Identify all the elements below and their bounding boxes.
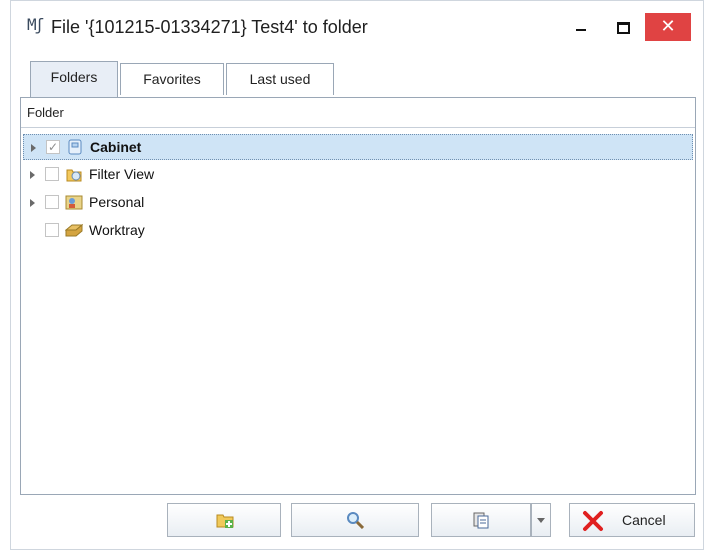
maximize-button[interactable]: [605, 13, 641, 41]
paste-button[interactable]: [431, 503, 531, 537]
folder-column-header[interactable]: Folder: [21, 98, 695, 128]
tab-folders[interactable]: Folders: [30, 61, 118, 97]
cabinet-icon: [66, 138, 84, 156]
tab-last-used[interactable]: Last used: [226, 63, 334, 95]
cancel-label: Cancel: [622, 512, 666, 528]
folder-tree-panel: Folder ✓ Cabinet Filter View Personal Wo…: [20, 97, 696, 495]
worktray-checkbox[interactable]: [45, 223, 59, 237]
tree-item-worktray[interactable]: Worktray: [23, 218, 693, 244]
tree-item-cabinet[interactable]: ✓ Cabinet: [23, 134, 693, 160]
minimize-icon: [576, 29, 586, 31]
tree-item-label: Personal: [89, 194, 145, 210]
paste-dropdown-button[interactable]: [531, 503, 551, 537]
personal-checkbox[interactable]: [45, 195, 59, 209]
dialog-footer: Cancel: [11, 495, 703, 551]
expand-arrow-icon[interactable]: [31, 144, 36, 152]
new-folder-icon: [216, 511, 234, 529]
expand-arrow-icon[interactable]: [30, 171, 35, 179]
personal-icon: [65, 193, 83, 211]
expand-arrow-icon[interactable]: [30, 199, 35, 207]
title-bar[interactable]: Mʃ File '{101215-01334271} Test4' to fol…: [11, 1, 703, 53]
search-icon: [346, 511, 365, 530]
new-folder-button[interactable]: [167, 503, 281, 537]
app-logo-icon: Mʃ: [27, 15, 44, 34]
cancel-button[interactable]: Cancel: [569, 503, 695, 537]
tab-strip: Folders Favorites Last used: [20, 61, 696, 97]
filter-view-checkbox[interactable]: [45, 167, 59, 181]
search-button[interactable]: [291, 503, 419, 537]
cancel-x-icon: [582, 510, 603, 531]
window-title: File '{101215-01334271} Test4' to folder: [51, 17, 368, 37]
paste-icon: [472, 511, 490, 529]
chevron-down-icon: [537, 518, 545, 523]
close-button[interactable]: ✕: [645, 13, 691, 41]
maximize-icon: [616, 22, 630, 34]
tree-item-filter-view[interactable]: Filter View: [23, 162, 693, 188]
dialog-window: Mʃ File '{101215-01334271} Test4' to fol…: [10, 0, 704, 550]
tree-item-label: Worktray: [89, 222, 145, 238]
tree-item-personal[interactable]: Personal: [23, 190, 693, 216]
worktray-icon: [64, 221, 84, 239]
minimize-button[interactable]: [563, 13, 599, 41]
tab-favorites[interactable]: Favorites: [120, 63, 224, 95]
tree-item-label: Filter View: [89, 166, 155, 182]
close-icon: ✕: [660, 16, 676, 37]
tree-item-label: Cabinet: [90, 139, 142, 155]
filter-view-icon: [65, 165, 83, 183]
cabinet-checkbox[interactable]: ✓: [46, 140, 60, 154]
